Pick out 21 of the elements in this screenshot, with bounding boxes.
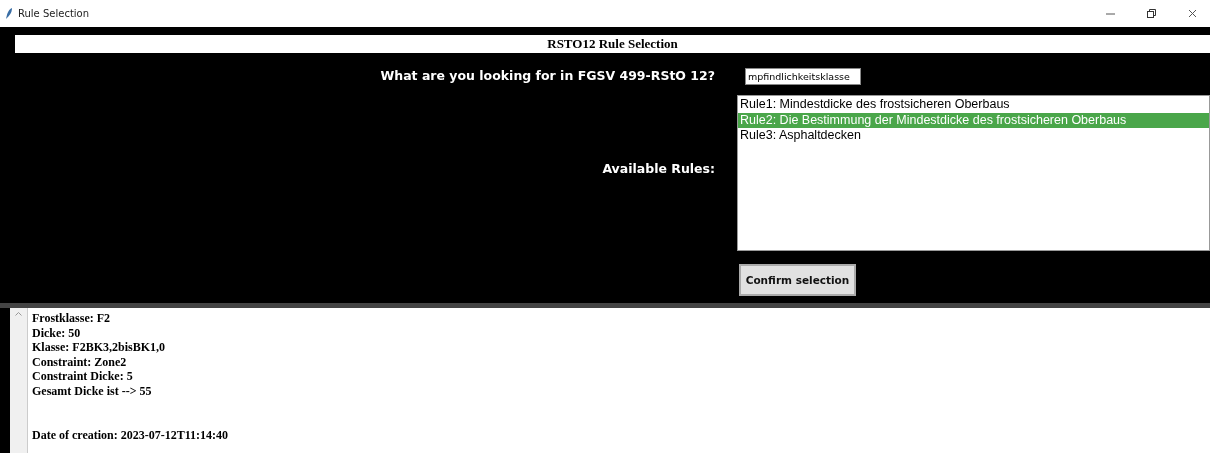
query-label: What are you looking for in FGSV 499-RStO 12? xyxy=(380,67,715,83)
confirm-button[interactable]: Confirm selection xyxy=(739,264,856,296)
scroll-up-icon[interactable] xyxy=(15,312,22,316)
rules-listbox[interactable]: Rule1: Mindestdicke des frostsicheren Oberbaus Rule2: Die Bestimmung der Mindestdicke des frostsicheren Oberbaus Rule3: Asphaltdecken xyxy=(737,95,1210,251)
rule-item[interactable]: Rule1: Mindestdicke des frostsicheren Oberbaus xyxy=(738,97,1209,113)
query-field[interactable]: mpfindlichkeitsklasse xyxy=(745,68,861,85)
rules-label: Available Rules: xyxy=(602,160,715,176)
creation-date: Date of creation: 2023-07-12T11:14:40 xyxy=(32,427,229,443)
output-line: Gesamt Dicke ist --> 55 xyxy=(32,383,152,399)
restore-icon[interactable] xyxy=(1146,9,1156,18)
output-line: Frostklasse: F2 xyxy=(32,311,111,326)
window-title: Rule Selection xyxy=(18,8,91,19)
header-title: RSTO12 Rule Selection xyxy=(15,35,1210,53)
output-line: Constraint: Zone2 xyxy=(32,354,127,370)
output-line: Klasse: F2BK3,2bisBK1,0 xyxy=(32,340,165,355)
output-line: Constraint Dicke: 5 xyxy=(32,369,133,384)
close-icon[interactable] xyxy=(1187,9,1197,18)
rule-item[interactable]: Rule3: Asphaltdecken xyxy=(738,128,1209,144)
scrollbar[interactable] xyxy=(10,308,28,453)
feather-icon xyxy=(6,8,13,19)
output-line: Dicke: 50 xyxy=(32,325,81,341)
